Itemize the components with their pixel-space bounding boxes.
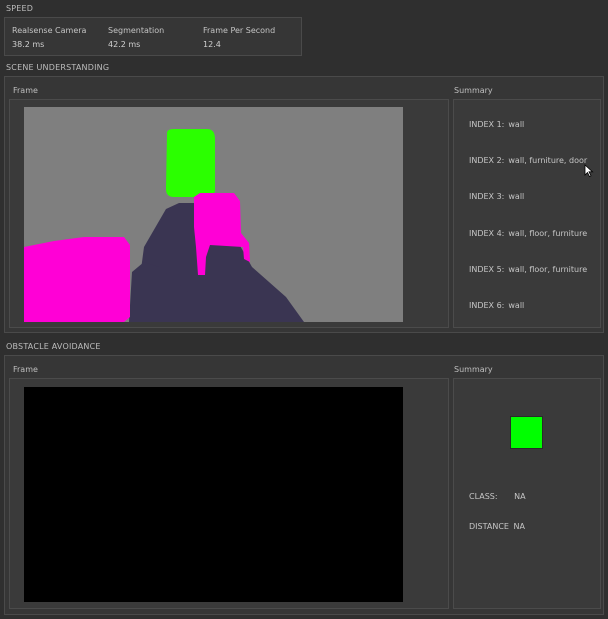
metric-label-segmentation: Segmentation xyxy=(108,26,165,35)
index-3: INDEX 3: wall xyxy=(469,192,525,201)
obstacle-summary-label: Summary xyxy=(454,365,493,374)
index-2: INDEX 2: wall, furniture, door xyxy=(469,156,588,165)
scene-summary-label: Summary xyxy=(454,86,493,95)
scene-title: SCENE UNDERSTANDING xyxy=(6,63,110,72)
door-region xyxy=(166,129,215,197)
scene-frame-panel xyxy=(9,99,449,328)
metric-label-realsense: Realsense Camera xyxy=(12,26,87,35)
obstacle-frame-label: Frame xyxy=(13,365,38,374)
speed-title: SPEED xyxy=(6,4,34,13)
obstacle-title: OBSTACLE AVOIDANCE xyxy=(6,342,101,351)
mouse-cursor-icon xyxy=(584,164,594,178)
distance-label: DISTANCE xyxy=(469,522,509,531)
segmentation-image xyxy=(24,107,403,322)
index-5: INDEX 5: wall, floor, furniture xyxy=(469,265,588,274)
class-row: CLASS: NA xyxy=(469,492,526,501)
status-indicator xyxy=(510,416,543,449)
furniture-region-left xyxy=(24,237,130,322)
obstacle-group: Frame Summary CLASS: NA DISTANCE NA xyxy=(4,355,604,615)
scene-summary-panel: INDEX 1: wall INDEX 2: wall, furniture, do… xyxy=(453,99,601,328)
scene-group: Frame Summary INDEX 1: wall INDEX 2: wall,… xyxy=(4,76,604,333)
metric-value-segmentation: 42.2 ms xyxy=(108,40,141,49)
index-4: INDEX 4: wall, floor, furniture xyxy=(469,229,588,238)
obstacle-frame-image xyxy=(24,387,403,602)
class-label: CLASS: xyxy=(469,492,498,501)
scene-frame-label: Frame xyxy=(13,86,38,95)
speed-group: Realsense Camera 38.2 ms Segmentation 42… xyxy=(4,17,302,56)
distance-row: DISTANCE NA xyxy=(469,522,525,531)
class-value: NA xyxy=(514,492,526,501)
index-1: INDEX 1: wall xyxy=(469,120,525,129)
metric-value-fps: 12.4 xyxy=(203,40,221,49)
obstacle-frame-panel xyxy=(9,378,449,609)
distance-value: NA xyxy=(513,522,525,531)
metric-value-realsense: 38.2 ms xyxy=(12,40,45,49)
index-6: INDEX 6: wall xyxy=(469,301,525,310)
metric-label-fps: Frame Per Second xyxy=(203,26,276,35)
obstacle-summary-panel: CLASS: NA DISTANCE NA xyxy=(453,378,601,609)
